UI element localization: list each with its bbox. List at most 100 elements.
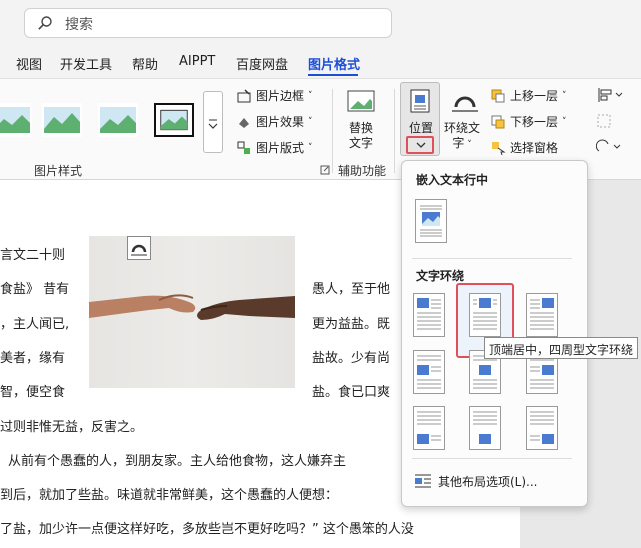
accessibility-group-label: 辅助功能 xyxy=(338,164,387,178)
doc-line: 盐。食已口爽 xyxy=(312,385,391,400)
tab-view[interactable]: 视图 xyxy=(16,54,42,73)
wrap-option-bottom-center[interactable] xyxy=(469,406,501,450)
chevron-down-icon: ˅ xyxy=(464,140,472,150)
search-icon xyxy=(38,16,52,30)
active-tab-indicator xyxy=(308,74,358,76)
tab-help[interactable]: 帮助 xyxy=(132,54,158,73)
picture-layout-icon xyxy=(237,141,250,154)
picture-border-icon xyxy=(237,88,251,102)
tab-picture-format[interactable]: 图片格式 xyxy=(308,54,360,73)
inserted-picture[interactable] xyxy=(89,236,295,388)
ribbon-tabs: 视图 开发工具 帮助 AIPPT 百度网盘 图片格式 xyxy=(0,48,641,78)
doc-line: 盐故。少有尚 xyxy=(312,351,391,366)
bring-forward-label: 上移一层 xyxy=(510,89,559,103)
layout-options-button[interactable] xyxy=(127,236,151,260)
wrap-top-right-icon xyxy=(530,298,554,330)
wrap-middle-left-icon xyxy=(417,355,441,389)
wrap-option-middle-left[interactable] xyxy=(413,350,445,394)
menu-separator xyxy=(412,458,572,459)
wrap-option-top-center[interactable] xyxy=(469,293,501,337)
wrap-text-label-1: 环绕文 xyxy=(444,121,481,135)
text-wrapping-header: 文字环绕 xyxy=(416,269,465,283)
selection-pane-icon xyxy=(492,141,506,155)
wrap-text-button[interactable]: 环绕文 字 ˅ xyxy=(444,121,480,153)
inline-with-text-option[interactable] xyxy=(415,199,447,243)
doc-line: 更为益盐。既 xyxy=(312,317,391,332)
group-separator xyxy=(394,89,395,173)
wrap-bottom-center-icon xyxy=(473,411,497,444)
picture-style-thumb-4[interactable] xyxy=(154,103,194,137)
chevron-down-icon: ˅ xyxy=(562,90,567,101)
doc-line: ，主人闻已, xyxy=(0,317,70,332)
wrap-bottom-left-icon xyxy=(417,411,441,444)
doc-line: 美者，缘有 xyxy=(0,351,66,366)
picture-styles-group-label: 图片样式 xyxy=(34,164,83,178)
group-icon[interactable] xyxy=(596,113,624,129)
wrap-text-icon[interactable] xyxy=(450,87,480,115)
chevron-down-icon: ˅ xyxy=(308,90,313,101)
send-backward-button[interactable]: 下移一层 ˅ xyxy=(490,113,567,130)
doc-line: 言文二十则 xyxy=(0,248,66,263)
selection-pane-button[interactable]: 选择窗格 xyxy=(490,139,558,156)
doc-line: 愚人，至于他 xyxy=(312,282,391,297)
search-input[interactable]: 搜索 xyxy=(65,14,93,34)
picture-effects-icon xyxy=(239,117,249,128)
chevron-down-icon xyxy=(416,142,426,148)
wrap-option-top-right[interactable] xyxy=(526,293,558,337)
search-box[interactable]: 搜索 xyxy=(24,8,392,38)
doc-line: 到后，就加了些盐。味道就非常鲜美，这个愚蠢的人便想： xyxy=(0,488,339,503)
tab-aippt[interactable]: AIPPT xyxy=(179,54,215,69)
wrap-option-bottom-left[interactable] xyxy=(413,406,445,450)
picture-effects-label: 图片效果 xyxy=(256,115,305,129)
wrap-top-center-icon xyxy=(473,298,497,330)
picture-style-thumb-1[interactable] xyxy=(0,103,32,137)
alt-text-button[interactable]: 替换 文字 xyxy=(349,121,373,151)
alt-text-label-1: 替换 xyxy=(349,121,374,135)
gallery-more-icon xyxy=(208,119,218,129)
doc-line: 智，便空食 xyxy=(0,385,66,400)
wrap-text-icon xyxy=(131,244,147,256)
doc-line: 从前有个愚蠢的人，到朋友家。主人给他食物，这人嫌弃主 xyxy=(8,454,347,469)
send-backward-icon xyxy=(491,115,505,128)
gallery-more-button[interactable] xyxy=(203,91,223,153)
tab-baidu-netdisk[interactable]: 百度网盘 xyxy=(236,54,288,73)
wrap-option-top-left[interactable] xyxy=(413,293,445,337)
wrap-text-label-2: 字 ˅ xyxy=(452,136,472,150)
layout-options-icon xyxy=(415,474,431,488)
alt-text-icon[interactable] xyxy=(346,89,376,117)
inline-with-text-header: 嵌入文本行中 xyxy=(416,173,489,187)
more-layout-options[interactable]: 其他布局选项(L)... xyxy=(438,473,538,490)
group-separator xyxy=(332,89,333,173)
selection-pane-label: 选择窗格 xyxy=(510,141,559,155)
wrap-option-bottom-right[interactable] xyxy=(526,406,558,450)
position-dropdown-highlight[interactable] xyxy=(406,136,434,154)
send-backward-label: 下移一层 xyxy=(510,115,559,129)
chevron-down-icon: ˅ xyxy=(308,142,313,153)
bring-forward-button[interactable]: 上移一层 ˅ xyxy=(490,87,567,104)
dialog-launcher-icon[interactable] xyxy=(320,165,330,175)
picture-border-button[interactable]: 图片边框 ˅ xyxy=(236,87,313,104)
picture-layout-button[interactable]: 图片版式 ˅ xyxy=(236,139,313,156)
hands-image xyxy=(89,294,295,320)
position-label: 位置 xyxy=(409,121,434,135)
picture-layout-label: 图片版式 xyxy=(256,141,305,155)
wrap-bottom-right-icon xyxy=(530,411,554,444)
rotate-icon[interactable] xyxy=(596,139,624,155)
picture-style-thumb-3[interactable] xyxy=(98,103,138,137)
wrap-top-left-icon xyxy=(417,298,441,330)
chevron-down-icon: ˅ xyxy=(562,116,567,127)
chevron-down-icon: ˅ xyxy=(308,116,313,127)
doc-line: 过则非惟无益，反害之。 xyxy=(0,420,144,435)
wrap-option-tooltip: 顶端居中，四周型文字环绕 xyxy=(484,337,638,359)
tab-developer[interactable]: 开发工具 xyxy=(60,54,112,73)
align-icon[interactable] xyxy=(596,87,624,103)
picture-effects-button[interactable]: 图片效果 ˅ xyxy=(236,113,313,130)
inline-position-icon xyxy=(420,205,442,237)
menu-separator xyxy=(412,258,572,259)
position-icon xyxy=(410,89,430,113)
doc-line: 食盐》 昔有 xyxy=(0,282,70,297)
doc-line: 了盐，加少许一点便这样好吃，多放些岂不更好吃吗？” 这个愚笨的人没 xyxy=(0,522,414,537)
picture-style-thumb-2[interactable] xyxy=(42,103,82,137)
bring-forward-icon xyxy=(491,89,505,102)
picture-border-label: 图片边框 xyxy=(256,89,305,103)
